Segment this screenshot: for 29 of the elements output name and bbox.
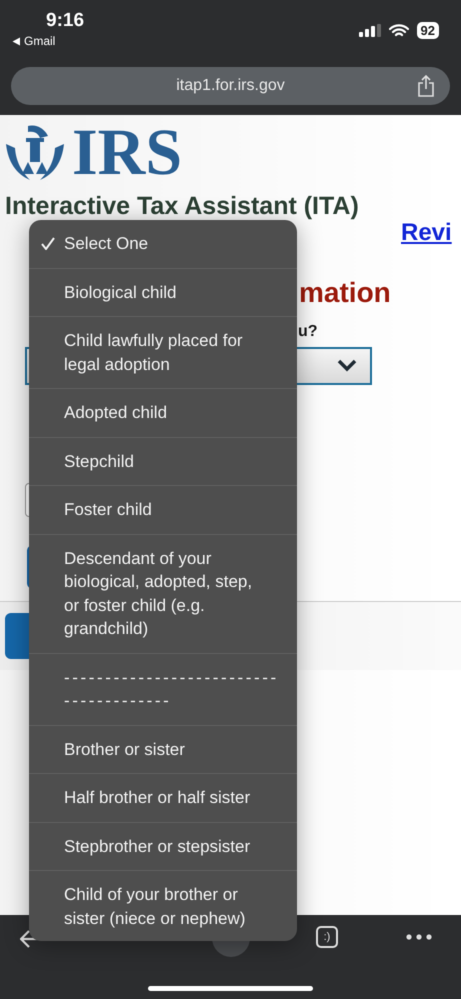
address-bar[interactable]: itap1.for.irs.gov (11, 67, 450, 105)
back-triangle-icon[interactable] (12, 36, 21, 46)
page-title: Interactive Tax Assistant (ITA) (5, 193, 359, 219)
signal-icon (358, 24, 381, 37)
menu-option[interactable]: Child lawfully placed for legal adoption (29, 317, 297, 389)
battery-level: 92 (416, 22, 439, 39)
menu-option[interactable]: Foster child (29, 486, 297, 534)
menu-option[interactable]: Select One (29, 220, 297, 268)
menu-option[interactable]: Child of your brother or sister (niece or nephew) (29, 871, 297, 941)
wifi-icon (388, 24, 409, 38)
url-text: itap1.for.irs.gov (176, 77, 285, 95)
chevron-down-icon (337, 359, 357, 372)
menu-option[interactable]: Biological child (29, 268, 297, 317)
question-label: u? (298, 323, 318, 341)
clock-time: 9:16 (46, 10, 84, 32)
menu-option[interactable]: Adopted child (29, 389, 297, 438)
back-to-app-link[interactable]: Gmail (24, 34, 56, 48)
tabs-button[interactable]: :) (316, 926, 338, 948)
menu-option[interactable]: Half brother or half sister (29, 774, 297, 822)
logo-text: IRS (72, 123, 182, 183)
menu-option[interactable]: Descendant of your biological, adopted, step, or foster child (e.g. grandchild) (29, 534, 297, 654)
menu-option[interactable]: Stepchild (29, 438, 297, 486)
more-icon[interactable] (406, 934, 432, 940)
menu-option[interactable]: Brother or sister (29, 726, 297, 774)
menu-option[interactable]: --------------------------------------- (29, 654, 297, 726)
review-link[interactable]: Revi (401, 219, 452, 246)
menu-option[interactable]: Stepbrother or stepsister (29, 822, 297, 871)
section-heading: mation (299, 277, 391, 309)
share-icon[interactable] (416, 75, 436, 97)
